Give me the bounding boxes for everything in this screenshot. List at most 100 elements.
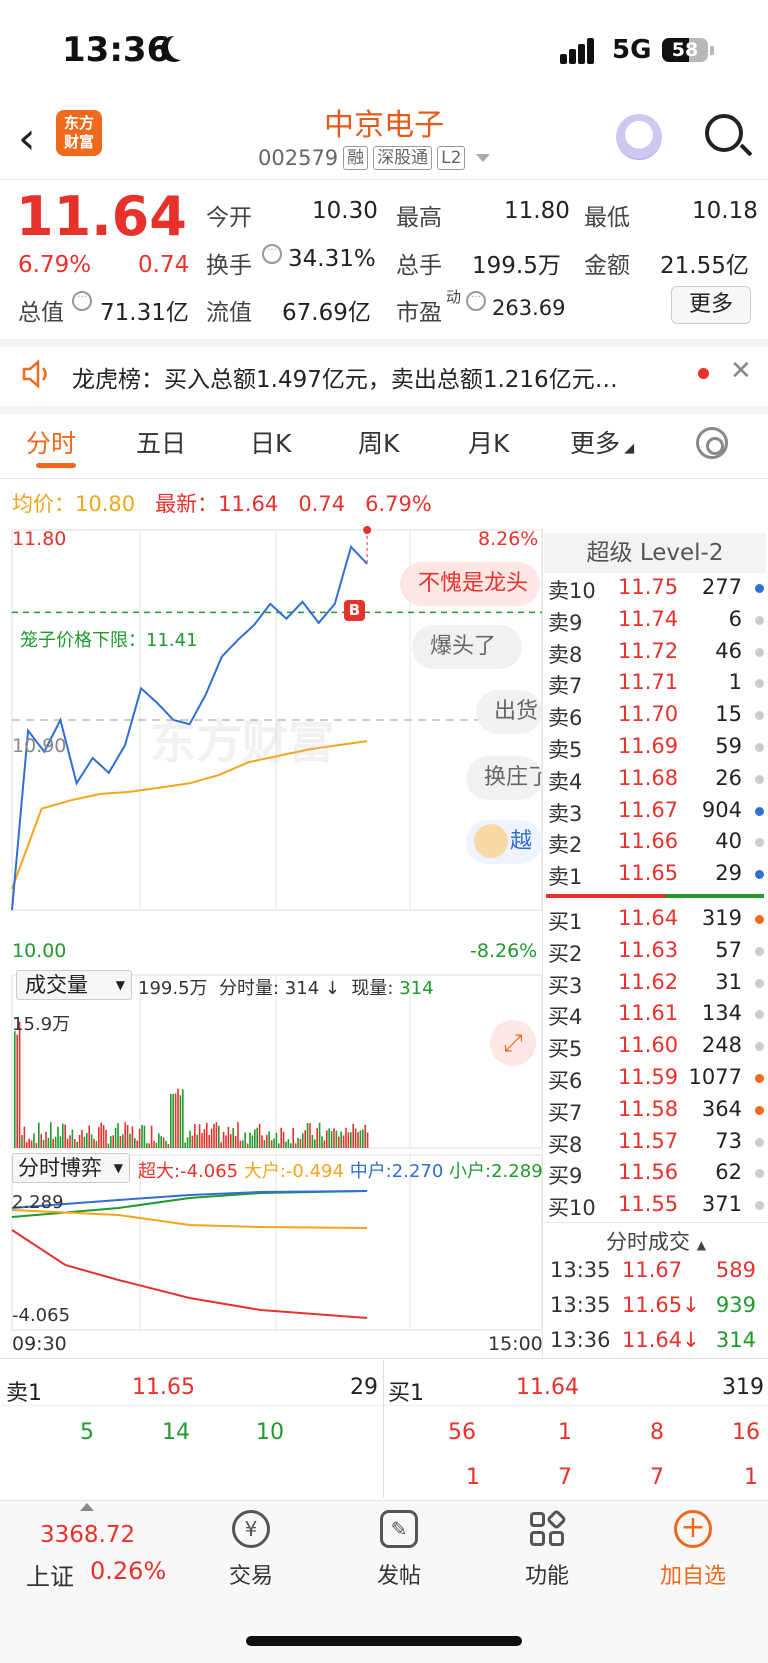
ask-row[interactable]: 卖9 11.74 6 <box>546 605 764 636</box>
danmaku-comment[interactable]: 换庄了 <box>466 756 542 800</box>
volume-bar <box>105 1129 107 1148</box>
latest-pct: 6.79% <box>365 492 432 516</box>
ask-label: 卖7 <box>548 674 583 699</box>
tab-intraday[interactable]: 分时 <box>26 424 76 460</box>
bid-row[interactable]: 买5 11.60 248 <box>546 1031 764 1062</box>
tab-week-k[interactable]: 周K <box>358 424 399 460</box>
bid-row[interactable]: 买4 11.61 134 <box>546 999 764 1030</box>
ask-row[interactable]: 卖3 11.67 904 <box>546 796 764 827</box>
tab-month-k[interactable]: 月K <box>468 424 509 460</box>
bid-row[interactable]: 买9 11.56 62 <box>546 1158 764 1189</box>
volume-bar <box>16 1034 18 1148</box>
volume-bar <box>191 1135 194 1148</box>
back-icon[interactable]: ‹ <box>18 113 36 164</box>
avg-value: 10.80 <box>75 492 136 516</box>
tab-day-k[interactable]: 日K <box>250 424 291 460</box>
ask-volume: 1 <box>728 670 742 695</box>
buy-marker[interactable]: B <box>344 600 365 621</box>
ask-row[interactable]: 卖1 11.65 29 <box>546 859 764 890</box>
volume-bar <box>222 1131 225 1148</box>
ask-row[interactable]: 卖4 11.68 26 <box>546 764 764 795</box>
tab-five-day[interactable]: 五日 <box>136 424 186 460</box>
ask-price: 11.66 <box>618 829 679 854</box>
bid-volume: 319 <box>701 906 742 930</box>
volume-bar <box>290 1143 292 1148</box>
volume-bar <box>232 1128 234 1148</box>
assistant-robot-icon[interactable] <box>616 114 662 160</box>
order-dot <box>755 647 764 657</box>
caret-up-icon[interactable] <box>80 1503 94 1511</box>
home-indicator[interactable] <box>246 1636 522 1646</box>
more-button[interactable]: 更多 <box>671 286 751 324</box>
volume-bar <box>76 1142 78 1148</box>
ask-row[interactable]: 卖5 11.69 59 <box>546 732 764 763</box>
volume-bar <box>316 1128 318 1148</box>
buy-order: 7 <box>650 1465 664 1490</box>
ask-row[interactable]: 卖10 11.75 277 <box>546 573 764 604</box>
volume-bar <box>266 1134 268 1148</box>
danmaku-comment[interactable]: 出货 <box>476 690 542 734</box>
field-value-high: 11.80 <box>504 198 570 224</box>
ask-row[interactable]: 卖8 11.72 46 <box>546 637 764 668</box>
volume-bar <box>261 1135 263 1148</box>
bid-row[interactable]: 买6 11.59 1077 <box>546 1063 764 1094</box>
notice-text[interactable]: 龙虎榜：买入总额1.497亿元，卖出总额1.216亿元… <box>72 360 672 394</box>
orderbook-title[interactable]: 超级 Level-2 <box>544 533 766 573</box>
index-pct[interactable]: 0.26% <box>90 1557 166 1585</box>
nav-trade[interactable]: ¥ 交易 <box>196 1510 306 1590</box>
field-label-volume: 总手 <box>396 253 442 279</box>
search-icon[interactable] <box>705 114 743 152</box>
trades-title[interactable]: 分时成交 ▲ <box>546 1226 766 1256</box>
nav-functions[interactable]: 功能 <box>492 1508 602 1590</box>
volume-bar <box>90 1134 93 1148</box>
stock-name[interactable]: 中京电子 <box>284 100 484 144</box>
danmaku-comment[interactable]: 爆头了 <box>412 625 522 669</box>
bid-label: 买4 <box>548 1005 583 1030</box>
bid-label: 买5 <box>548 1037 583 1062</box>
volume-bar <box>258 1124 261 1148</box>
bid-price: 11.64 <box>618 906 679 930</box>
gear-icon[interactable] <box>696 427 728 459</box>
volume-bar <box>357 1132 359 1148</box>
indicator-selector-bo[interactable]: 分时博弈 ▼ <box>12 1153 130 1183</box>
bid-row[interactable]: 买8 11.57 73 <box>546 1127 764 1158</box>
orderbook-divider <box>546 894 764 898</box>
indicator-selector[interactable]: 成交量 ▼ <box>16 970 132 1000</box>
chevron-down-icon[interactable] <box>476 154 491 162</box>
bid-row[interactable]: 买2 11.63 57 <box>546 936 764 967</box>
nav-add-watchlist[interactable]: + 加自选 <box>638 1510 748 1590</box>
bid-row[interactable]: 买7 11.58 364 <box>546 1095 764 1126</box>
index-value[interactable]: 3368.72 <box>40 1522 135 1548</box>
bid-row[interactable]: 买10 11.55 371 <box>546 1190 764 1221</box>
volume-total: 199.5万 <box>138 978 208 999</box>
bid-volume: 31 <box>715 969 742 994</box>
bid-row[interactable]: 买1 11.64 319 <box>546 904 764 935</box>
caret-up-icon: ▲ <box>696 1238 706 1252</box>
stock-code-row[interactable]: 002579 融 深股通 L2 <box>258 146 491 170</box>
ask-row[interactable]: 卖2 11.66 40 <box>546 827 764 858</box>
info-icon[interactable]: ··· <box>466 291 486 311</box>
volume-bar <box>249 1132 251 1148</box>
trade-time: 13:35 <box>550 1293 611 1317</box>
volume-bar <box>42 1139 45 1148</box>
info-icon[interactable]: ··· <box>72 291 92 311</box>
expand-icon[interactable]: ⤢ <box>490 1020 536 1066</box>
tab-more[interactable]: 更多 ◢ <box>570 424 634 460</box>
volume-bar <box>299 1138 302 1148</box>
field-value-floatcap: 67.69亿 <box>282 300 371 326</box>
volume-bar <box>26 1142 28 1148</box>
index-name[interactable]: 上证 <box>26 1557 74 1592</box>
nav-post[interactable]: ✎ 发帖 <box>344 1510 454 1590</box>
close-icon[interactable]: ✕ <box>730 356 752 386</box>
field-label-marketcap: 总值 <box>18 300 64 326</box>
volume-bar <box>160 1136 162 1148</box>
bid-row[interactable]: 买3 11.62 31 <box>546 968 764 999</box>
ask-row[interactable]: 卖6 11.70 15 <box>546 700 764 731</box>
volume-bar <box>35 1142 38 1148</box>
ask-volume: 277 <box>701 575 742 599</box>
info-icon[interactable]: ··· <box>262 244 282 264</box>
danmaku-comment[interactable]: 不愧是龙头 <box>400 562 540 606</box>
buy-order: 56 <box>448 1420 476 1445</box>
ask-row[interactable]: 卖7 11.71 1 <box>546 668 764 699</box>
strip-buy-price: 11.64 <box>516 1375 579 1400</box>
